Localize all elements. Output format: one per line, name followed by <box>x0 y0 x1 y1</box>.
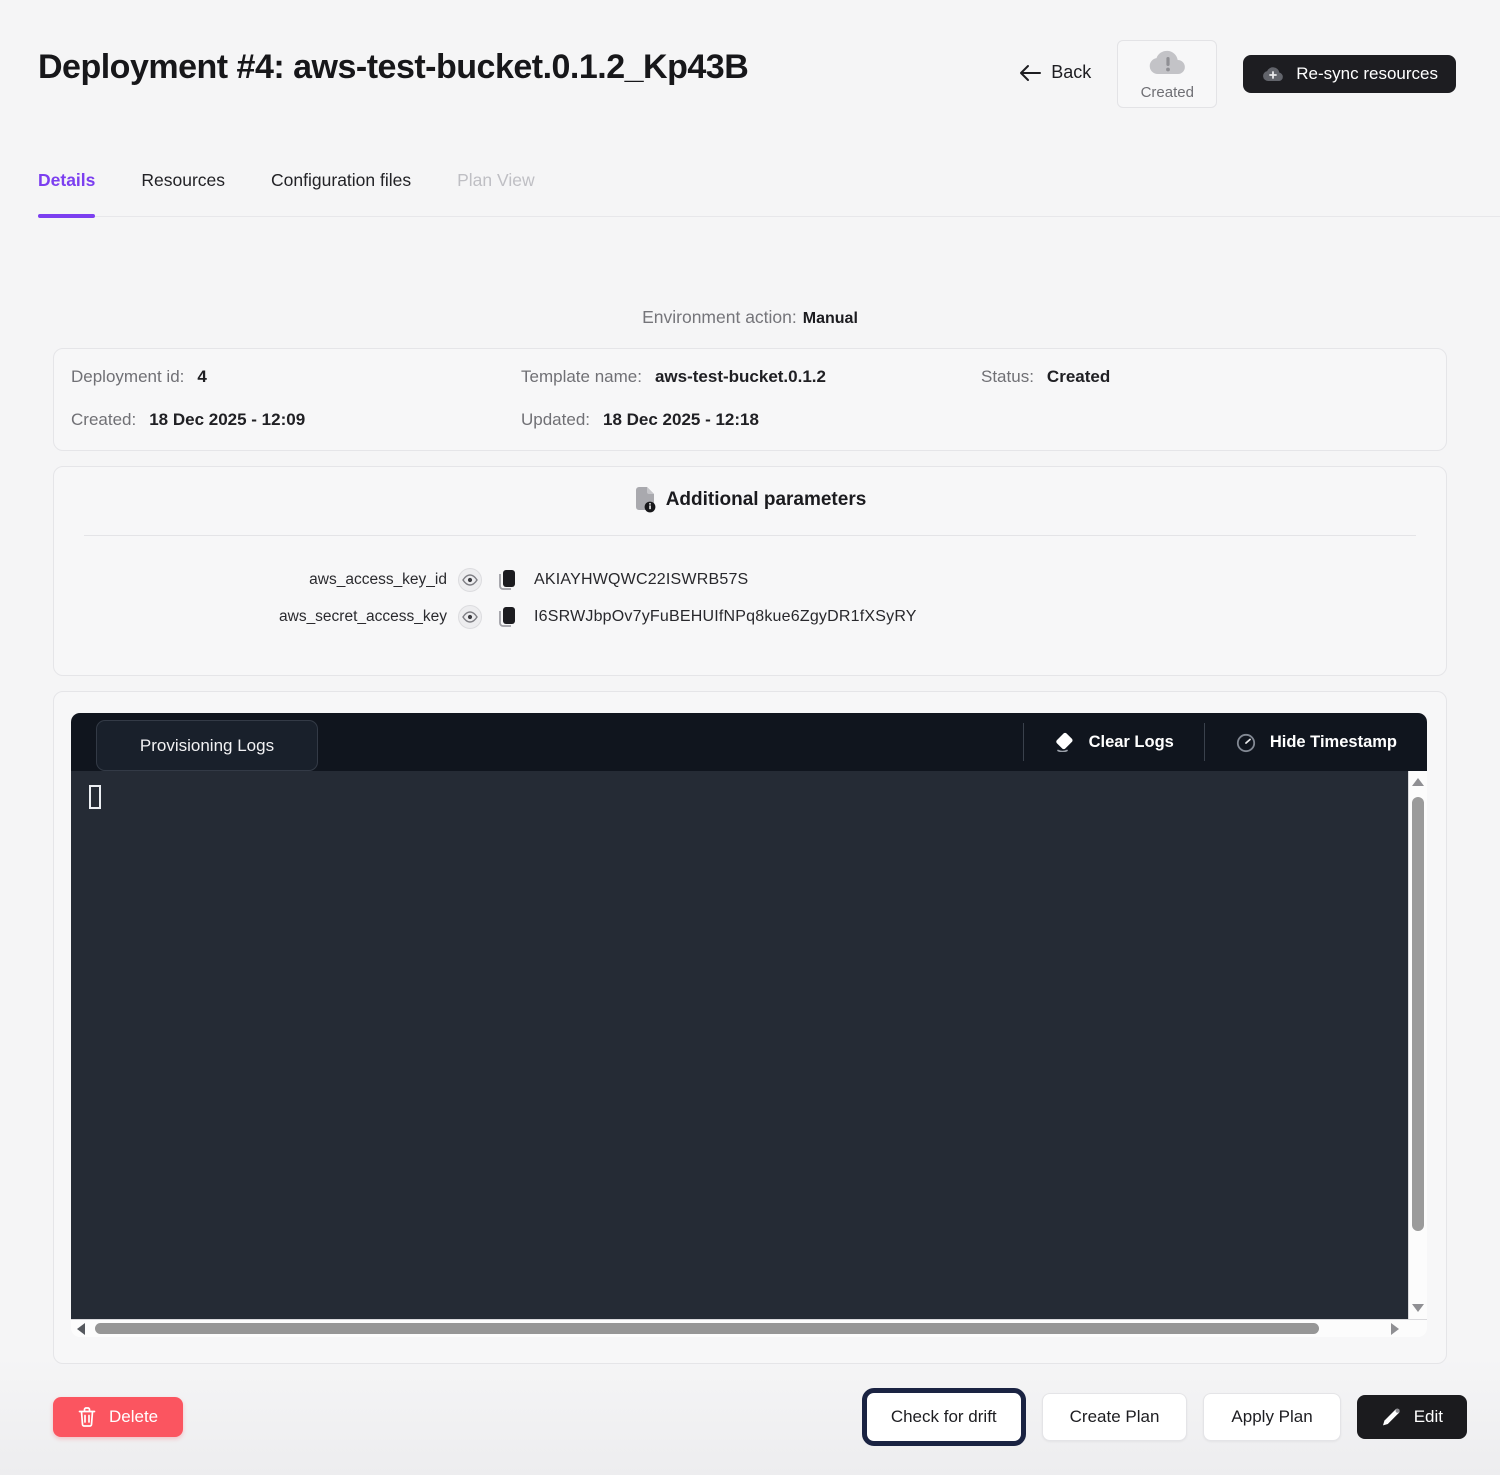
copy-icon[interactable] <box>495 568 519 592</box>
updated-value: 18 Dec 2025 - 12:18 <box>603 407 759 433</box>
template-name-value: aws-test-bucket.0.1.2 <box>655 364 826 390</box>
resync-resources-button[interactable]: Re-sync resources <box>1243 55 1456 93</box>
additional-parameters-card: Additional parameters aws_access_key_id … <box>53 466 1447 676</box>
parameter-name: aws_access_key_id <box>54 571 447 589</box>
horizontal-scrollbar[interactable] <box>71 1319 1427 1337</box>
status-tile-label: Created <box>1141 84 1194 101</box>
tab-details[interactable]: Details <box>38 170 95 216</box>
eraser-icon <box>1054 732 1076 752</box>
additional-parameters-title: Additional parameters <box>666 489 867 511</box>
parameter-value: AKIAYHWQWC22ISWRB57S <box>534 571 1446 589</box>
check-drift-highlight-ring: Check for drift <box>862 1388 1026 1446</box>
eye-icon[interactable] <box>458 568 482 592</box>
parameter-list: aws_access_key_id AKIAYHWQWC22ISWRB57S a… <box>54 568 1446 629</box>
scroll-up-arrow[interactable] <box>1412 778 1424 786</box>
action-bar: Delete Check for drift Create Plan Apply… <box>53 1388 1467 1446</box>
vertical-scrollbar[interactable] <box>1408 771 1427 1319</box>
parameter-value: I6SRWJbpOv7yFuBEHUIfNPq8kue6ZgyDR1fXSyRY <box>534 608 1446 626</box>
deployment-details-page: Deployment #4: aws-test-bucket.0.1.2_Kp4… <box>0 0 1500 1475</box>
tab-configuration-files[interactable]: Configuration files <box>271 170 411 216</box>
clear-logs-button[interactable]: Clear Logs <box>1024 713 1204 771</box>
vertical-scroll-thumb[interactable] <box>1412 797 1424 1231</box>
timer-icon <box>1235 731 1257 753</box>
delete-button[interactable]: Delete <box>53 1397 183 1437</box>
create-plan-button[interactable]: Create Plan <box>1042 1393 1188 1441</box>
tab-provisioning-logs[interactable]: Provisioning Logs <box>96 720 318 771</box>
deployment-id-value: 4 <box>197 364 206 390</box>
log-terminal-header: Provisioning Logs Clear Logs <box>71 713 1427 771</box>
back-button[interactable]: Back <box>1019 62 1091 83</box>
status-label: Status: <box>981 364 1034 390</box>
tab-resources[interactable]: Resources <box>141 170 225 216</box>
hide-timestamp-button[interactable]: Hide Timestamp <box>1205 713 1427 771</box>
copy-icon[interactable] <box>495 605 519 629</box>
deployment-summary-card: Deployment id: 4 Template name: aws-test… <box>53 348 1447 451</box>
created-label: Created: <box>71 407 136 433</box>
deployment-id-field: Deployment id: 4 <box>71 364 521 390</box>
arrow-left-icon <box>1019 64 1041 82</box>
terminal-cursor <box>89 785 101 809</box>
updated-field: Updated: 18 Dec 2025 - 12:18 <box>521 407 981 433</box>
parameter-row: aws_secret_access_key I6SRWJbpOv7yFuBEHU… <box>54 605 1446 629</box>
trash-icon <box>78 1407 96 1427</box>
scroll-left-arrow[interactable] <box>77 1323 85 1335</box>
created-value: 18 Dec 2025 - 12:09 <box>149 407 305 433</box>
apply-plan-button[interactable]: Apply Plan <box>1203 1393 1340 1441</box>
pen-icon <box>1381 1407 1401 1427</box>
deployment-id-label: Deployment id: <box>71 364 184 390</box>
status-tile: Created <box>1117 40 1217 108</box>
hide-timestamp-label: Hide Timestamp <box>1270 733 1397 752</box>
header-actions: Back Created <box>1019 40 1456 108</box>
provisioning-logs-card: Provisioning Logs Clear Logs <box>53 691 1447 1364</box>
edit-label: Edit <box>1414 1407 1443 1427</box>
log-terminal: Provisioning Logs Clear Logs <box>71 713 1427 1337</box>
cloud-alert-icon <box>1147 41 1187 84</box>
environment-action-value: Manual <box>803 310 858 327</box>
created-field: Created: 18 Dec 2025 - 12:09 <box>71 407 521 433</box>
delete-label: Delete <box>109 1407 158 1427</box>
scroll-down-arrow[interactable] <box>1412 1304 1424 1312</box>
scroll-right-arrow[interactable] <box>1391 1323 1399 1335</box>
plan-actions: Check for drift Create Plan Apply Plan E… <box>862 1388 1467 1446</box>
status-value: Created <box>1047 364 1110 390</box>
log-controls: Clear Logs Hide Timestamp <box>1023 713 1427 771</box>
cloud-plus-icon <box>1261 65 1285 83</box>
horizontal-scroll-thumb[interactable] <box>95 1323 1319 1334</box>
tab-plan-view: Plan View <box>457 170 535 216</box>
parameter-row: aws_access_key_id AKIAYHWQWC22ISWRB57S <box>54 568 1446 592</box>
page-title: Deployment #4: aws-test-bucket.0.1.2_Kp4… <box>38 40 748 87</box>
environment-action-label: Environment action: <box>642 307 797 327</box>
document-info-icon <box>634 487 656 513</box>
template-name-field: Template name: aws-test-bucket.0.1.2 <box>521 364 981 390</box>
check-for-drift-button[interactable]: Check for drift <box>870 1396 1018 1438</box>
status-field: Status: Created <box>981 364 1426 390</box>
resync-label: Re-sync resources <box>1296 64 1438 84</box>
divider <box>84 535 1416 536</box>
log-output-area[interactable] <box>71 771 1427 1319</box>
edit-button[interactable]: Edit <box>1357 1395 1467 1439</box>
template-name-label: Template name: <box>521 364 642 390</box>
tab-bar: Details Resources Configuration files Pl… <box>38 170 1500 217</box>
environment-action: Environment action: Manual <box>0 307 1500 328</box>
clear-logs-label: Clear Logs <box>1089 733 1174 752</box>
additional-parameters-header: Additional parameters <box>54 487 1446 513</box>
updated-label: Updated: <box>521 407 590 433</box>
eye-icon[interactable] <box>458 605 482 629</box>
page-header: Deployment #4: aws-test-bucket.0.1.2_Kp4… <box>0 8 1500 108</box>
parameter-name: aws_secret_access_key <box>54 608 447 626</box>
back-label: Back <box>1051 62 1091 83</box>
